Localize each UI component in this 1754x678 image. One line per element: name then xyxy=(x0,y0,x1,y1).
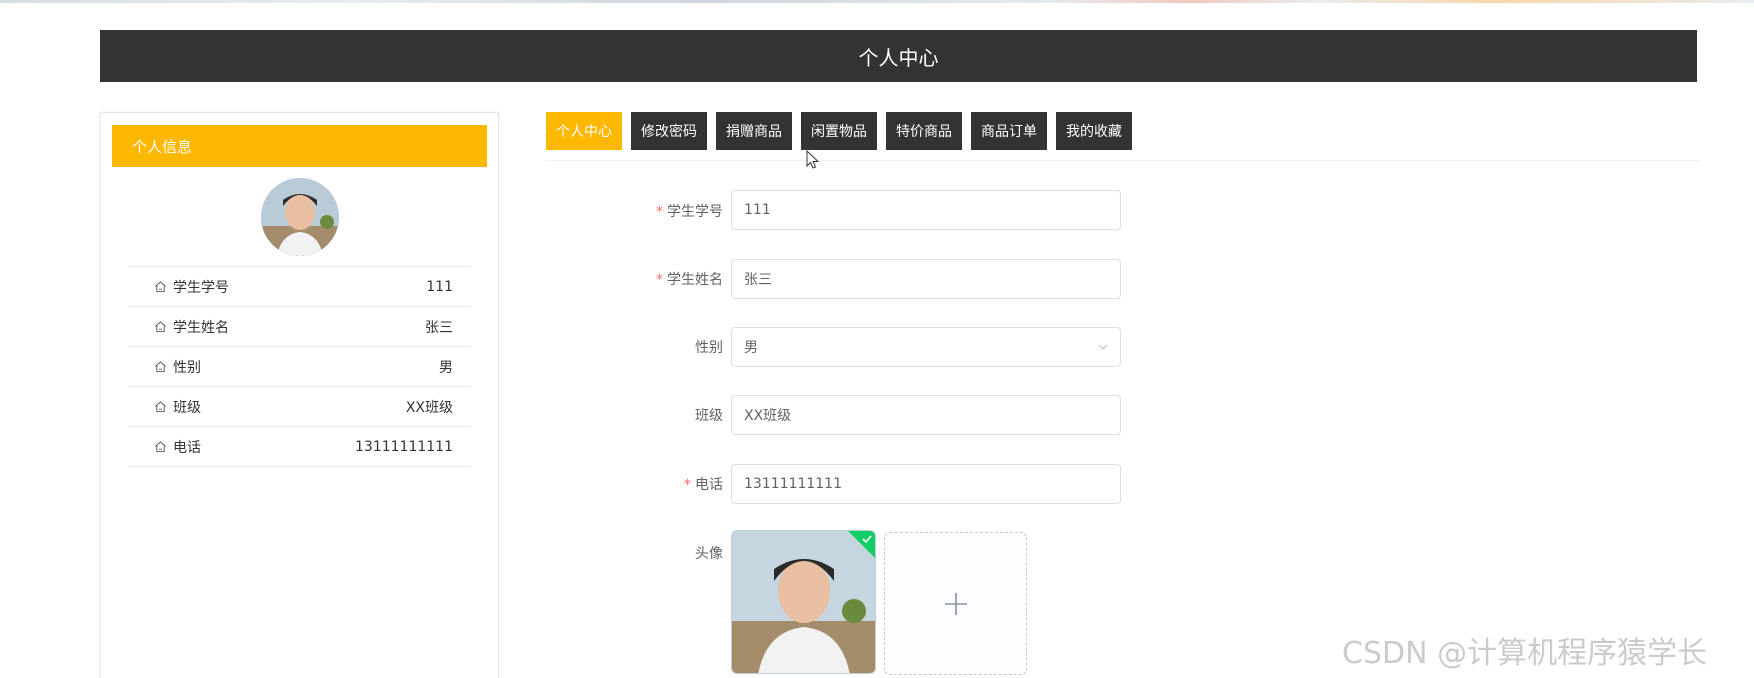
student-name-value: 张三 xyxy=(744,272,772,288)
profile-row-class: 班级 XX班级 xyxy=(128,387,471,427)
phone-input[interactable]: 13111111111 xyxy=(731,464,1121,504)
class-label: 班级 xyxy=(695,408,723,424)
phone-value: 13111111111 xyxy=(744,476,842,492)
student-id-input[interactable]: 111 xyxy=(731,190,1121,230)
gender-label: 性别 xyxy=(695,340,723,356)
tab-donated-goods[interactable]: 捐赠商品 xyxy=(716,112,792,150)
tab-bar: 个人中心 修改密码 捐赠商品 闲置物品 特价商品 商品订单 我的收藏 xyxy=(546,112,1132,150)
profile-panel: 个人信息 学生学号 111 学生姓名 张三 性别 男 班级 XX班级 电话 13… xyxy=(100,112,499,678)
profile-row-value: 111 xyxy=(426,278,453,295)
profile-row-student-id: 学生学号 111 xyxy=(128,266,471,307)
uploaded-avatar[interactable] xyxy=(731,530,876,674)
home-icon xyxy=(155,361,166,373)
tab-change-password[interactable]: 修改密码 xyxy=(631,112,707,150)
required-mark: * xyxy=(684,477,691,493)
class-input[interactable]: XX班级 xyxy=(731,395,1121,435)
chevron-down-icon xyxy=(1098,344,1108,350)
check-icon xyxy=(862,535,872,544)
avatar-upload-button[interactable] xyxy=(884,532,1027,675)
profile-row-gender: 性别 男 xyxy=(128,347,471,387)
profile-row-label: 学生学号 xyxy=(173,279,229,296)
tab-idle-items[interactable]: 闲置物品 xyxy=(801,112,877,150)
profile-row-value: 男 xyxy=(439,359,453,376)
profile-panel-title: 个人信息 xyxy=(112,125,487,167)
avatar-label: 头像 xyxy=(695,546,723,562)
avatar xyxy=(261,178,339,256)
tabs-divider xyxy=(546,160,1700,161)
profile-row-student-name: 学生姓名 张三 xyxy=(128,307,471,347)
page-title: 个人中心 xyxy=(858,45,939,70)
profile-row-label: 学生姓名 xyxy=(173,319,229,336)
avatar-image xyxy=(261,178,339,256)
mouse-cursor-icon xyxy=(806,150,820,169)
student-name-label: * 学生姓名 xyxy=(656,272,723,288)
profile-row-label: 电话 xyxy=(173,439,201,456)
tab-favorites[interactable]: 我的收藏 xyxy=(1056,112,1132,150)
tab-personal-center[interactable]: 个人中心 xyxy=(546,112,622,150)
gender-value: 男 xyxy=(744,340,758,356)
home-icon xyxy=(155,441,166,453)
page: 个人中心 个人信息 学生学号 111 学生姓名 张三 性别 男 班级 XX班级 … xyxy=(0,0,1754,678)
student-id-value: 111 xyxy=(744,202,771,218)
profile-row-label: 性别 xyxy=(173,359,201,376)
profile-row-value: 13111111111 xyxy=(355,438,453,455)
profile-row-value: XX班级 xyxy=(405,399,453,416)
gender-select[interactable]: 男 xyxy=(731,327,1121,367)
profile-info-list: 学生学号 111 学生姓名 张三 性别 男 班级 XX班级 电话 1311111… xyxy=(128,266,471,467)
profile-row-value: 张三 xyxy=(425,319,453,336)
tab-orders[interactable]: 商品订单 xyxy=(971,112,1047,150)
profile-panel-title-text: 个人信息 xyxy=(132,137,193,156)
required-mark: * xyxy=(656,204,663,220)
plus-icon xyxy=(944,592,967,615)
uploaded-avatar-image xyxy=(732,531,875,673)
top-strip xyxy=(0,0,1754,3)
home-icon xyxy=(155,401,166,413)
home-icon xyxy=(155,281,166,293)
required-mark: * xyxy=(656,272,663,288)
page-header: 个人中心 xyxy=(100,30,1697,82)
phone-label: * 电话 xyxy=(684,477,723,493)
profile-row-label: 班级 xyxy=(173,399,201,416)
home-icon xyxy=(155,321,166,333)
profile-row-phone: 电话 13111111111 xyxy=(128,427,471,467)
class-value: XX班级 xyxy=(744,408,792,424)
tab-special-offers[interactable]: 特价商品 xyxy=(886,112,962,150)
student-name-input[interactable]: 张三 xyxy=(731,259,1121,299)
student-id-label: * 学生学号 xyxy=(656,204,723,220)
watermark: CSDN @计算机程序猿学长 xyxy=(1342,636,1708,671)
